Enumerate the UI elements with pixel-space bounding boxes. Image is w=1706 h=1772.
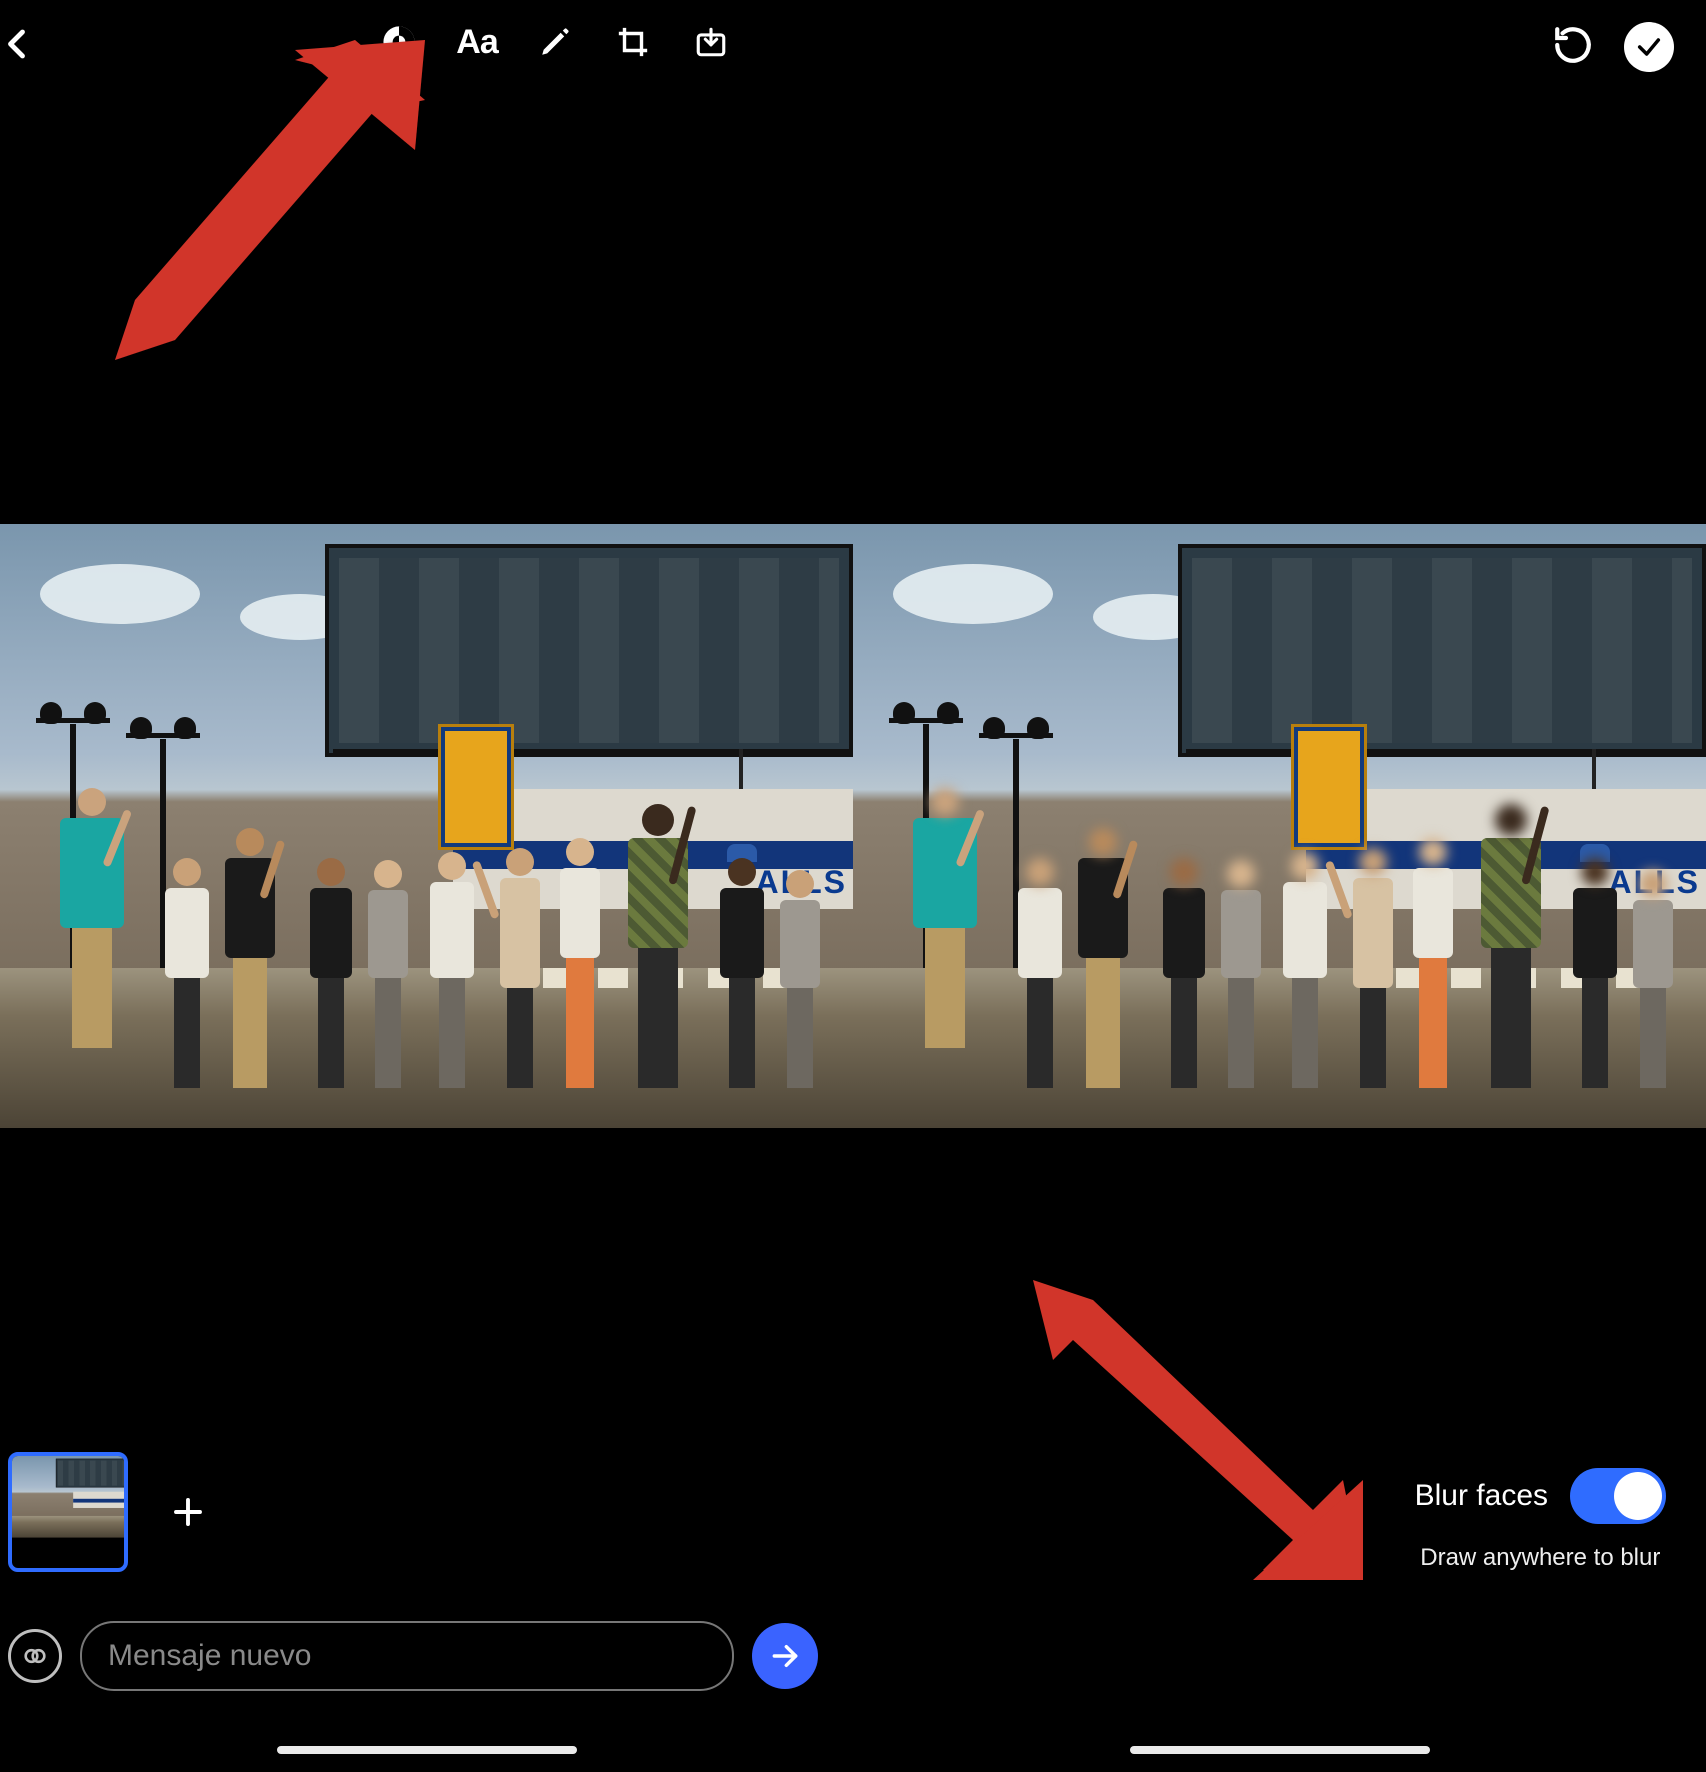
blur-hint: Draw anywhere to blur [1420, 1544, 1660, 1572]
draw-tool-icon[interactable] [536, 23, 574, 61]
confirm-button[interactable] [1624, 22, 1674, 72]
top-actions [1552, 22, 1674, 72]
editor-panel-right: ALLS [853, 0, 1706, 1772]
blur-controls: Blur faces Draw anywhere to blur [1415, 1468, 1666, 1572]
view-once-icon[interactable] [8, 1629, 62, 1683]
home-indicator [1130, 1746, 1430, 1754]
back-button[interactable] [0, 22, 36, 71]
save-tool-icon[interactable] [692, 23, 730, 61]
blur-faces-toggle[interactable] [1570, 1468, 1666, 1524]
attachment-thumbnail[interactable] [8, 1452, 128, 1572]
add-attachment-button[interactable] [168, 1492, 208, 1532]
blur-faces-label: Blur faces [1415, 1479, 1548, 1513]
send-button[interactable] [752, 1623, 818, 1689]
annotation-arrow-icon [55, 40, 425, 370]
blur-tool-icon[interactable] [380, 23, 418, 61]
edited-photo[interactable]: ALLS [0, 524, 853, 1128]
text-tool-icon[interactable]: Aa [458, 23, 496, 61]
message-input[interactable]: Mensaje nuevo [80, 1621, 734, 1691]
editor-toolbar: Aa [0, 14, 853, 70]
annotation-arrow-icon [1033, 1280, 1363, 1580]
editor-panel-left: Aa ALLS [0, 0, 853, 1772]
attachment-thumbnails [8, 1452, 208, 1572]
home-indicator [277, 1746, 577, 1754]
edited-photo-blurred[interactable]: ALLS [853, 524, 1706, 1128]
message-placeholder: Mensaje nuevo [108, 1639, 311, 1673]
undo-button[interactable] [1552, 24, 1594, 71]
crop-tool-icon[interactable] [614, 23, 652, 61]
message-bar: Mensaje nuevo [8, 1620, 818, 1692]
